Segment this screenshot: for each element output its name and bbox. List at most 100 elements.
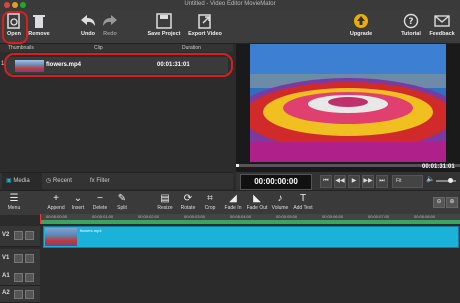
feedback-button[interactable]: Feedback: [428, 13, 456, 37]
undo-icon: [81, 15, 95, 26]
player-controls: 00:00:00:00 00:01:31:01 ⏮ ◀◀ ▶ ▶▶ ⏭ Fit …: [236, 164, 460, 190]
media-tab-icon: ▣: [6, 178, 12, 184]
menu-button[interactable]: ☰ Menu: [4, 193, 24, 211]
add-text-button[interactable]: T Add Text: [290, 193, 316, 211]
zoom-in-icon: ⊕: [449, 199, 455, 205]
redo-button[interactable]: Redo: [100, 13, 120, 37]
split-icon: ✎: [117, 193, 127, 204]
crop-label: Crop: [204, 205, 216, 211]
duration-column-header[interactable]: Duration: [182, 45, 201, 51]
ruler-tick-label: 00:00:05:00: [276, 214, 298, 219]
track-lock-icon[interactable]: [14, 273, 23, 282]
delete-button[interactable]: − Delete: [90, 193, 110, 211]
tab-filter-label: Filter: [96, 178, 110, 184]
track-lock-icon[interactable]: [14, 231, 23, 240]
tab-filter[interactable]: fx Filter: [86, 173, 126, 189]
upgrade-button[interactable]: Upgrade: [348, 13, 374, 37]
minus-icon: −: [97, 193, 103, 204]
video-frame: [250, 44, 446, 162]
timeline-toolbar: ☰ Menu + Append ⌄ Insert − Delete ✎ Split ▤ Re…: [0, 190, 460, 215]
insert-button[interactable]: ⌄ Insert: [68, 193, 88, 211]
clip-thumbnail: [45, 228, 77, 246]
tab-media-label: Media: [13, 178, 30, 184]
flower-garden-image: [250, 44, 446, 162]
zoom-in-button[interactable]: ⊕: [446, 197, 458, 208]
track-lock-icon[interactable]: [14, 254, 23, 263]
crop-button[interactable]: ⌗ Crop: [201, 193, 219, 211]
save-project-button[interactable]: Save Project: [145, 13, 183, 37]
ruler-tick-label: 00:00:04:00: [230, 214, 252, 219]
volume-icon[interactable]: 🔈: [426, 175, 435, 183]
volume-button[interactable]: ♪ Volume: [269, 193, 291, 211]
track-label: A2: [2, 290, 10, 296]
ruler-tick-label: 00:00:07:00: [368, 214, 390, 219]
track-label: A1: [2, 273, 10, 279]
fast-forward-button[interactable]: ▶▶: [362, 175, 374, 188]
clip-column-header[interactable]: Clip: [94, 45, 103, 51]
current-timecode[interactable]: 00:00:00:00: [240, 174, 312, 190]
remove-label: Remove: [28, 31, 50, 37]
track-visibility-icon[interactable]: [25, 231, 34, 240]
help-icon: ?: [403, 13, 419, 29]
split-label: Split: [117, 205, 127, 211]
tab-recent[interactable]: ◷ Recent: [42, 173, 84, 189]
volume-slider-handle[interactable]: [448, 178, 453, 183]
tab-media[interactable]: ▣ Media: [2, 173, 42, 189]
title-bar: Untitled - Video Editor MovieMator: [0, 0, 460, 10]
ruler-tick-label: 00:00:03:00: [184, 214, 206, 219]
tutorial-button[interactable]: ? Tutorial: [399, 13, 423, 37]
trash-icon: [33, 15, 45, 28]
rewind-button[interactable]: ◀◀: [334, 175, 346, 188]
timeline-clip[interactable]: flowers.mp4: [43, 226, 459, 248]
zoom-select[interactable]: Fit: [392, 175, 423, 188]
tab-recent-label: Recent: [52, 178, 72, 184]
track-mute-icon[interactable]: [25, 290, 34, 299]
play-button[interactable]: ▶: [348, 175, 360, 188]
mail-icon: [434, 15, 450, 27]
resize-label: Resize: [157, 205, 173, 211]
track-header-v2: V2: [0, 226, 40, 247]
menu-icon: ☰: [9, 193, 19, 204]
undo-button[interactable]: Undo: [78, 13, 98, 37]
track-visibility-icon[interactable]: [25, 254, 34, 263]
fade-in-button[interactable]: ◢ Fade In: [222, 193, 244, 211]
split-button[interactable]: ✎ Split: [112, 193, 132, 211]
remove-button[interactable]: Remove: [27, 13, 51, 37]
zoom-out-icon: ⊖: [436, 199, 442, 205]
video-preview-panel: [236, 44, 460, 172]
fade-out-button[interactable]: ◣ Fade Out: [244, 193, 270, 211]
media-item-highlight-annotation: [4, 53, 233, 77]
plus-icon: +: [53, 193, 59, 204]
fade-out-icon: ◣: [253, 193, 261, 204]
undo-label: Undo: [80, 31, 96, 37]
skip-start-button[interactable]: ⏮: [320, 175, 332, 188]
export-icon: [198, 14, 211, 29]
rotate-button[interactable]: ⟳ Rotate: [178, 193, 198, 211]
track-mute-icon[interactable]: [25, 273, 34, 282]
export-video-label: Export Video: [188, 31, 222, 37]
track-lock-icon[interactable]: [14, 290, 23, 299]
text-icon: T: [299, 193, 307, 204]
open-highlight-annotation: [2, 11, 28, 44]
total-duration: 00:01:31:01: [422, 164, 455, 170]
volume-slider[interactable]: [436, 178, 456, 183]
zoom-out-button[interactable]: ⊖: [433, 197, 445, 208]
append-button[interactable]: + Append: [45, 193, 67, 211]
window-title: Untitled - Video Editor MovieMator: [184, 1, 276, 7]
resize-button[interactable]: ▤ Resize: [155, 193, 175, 211]
thumbnails-column-header[interactable]: Thumbnails: [8, 45, 34, 51]
fade-in-icon: ◢: [229, 193, 237, 204]
ruler-tick-label: 00:00:08:00: [414, 214, 436, 219]
resize-icon: ▤: [160, 193, 170, 204]
media-tabs: ▣ Media ◷ Recent fx Filter: [0, 172, 233, 189]
clip-name: flowers.mp4: [80, 228, 102, 233]
export-video-button[interactable]: Export Video: [186, 13, 224, 37]
volume-label: Volume: [271, 205, 289, 211]
redo-label: Redo: [103, 31, 117, 37]
feedback-label: Feedback: [429, 31, 455, 37]
delete-label: Delete: [92, 205, 108, 211]
main-toolbar: Open Remove Undo Redo Save Project Expor…: [0, 10, 460, 44]
scrubber-handle[interactable]: [236, 164, 239, 167]
save-icon: [156, 13, 172, 29]
skip-end-button[interactable]: ⏭: [376, 175, 388, 188]
